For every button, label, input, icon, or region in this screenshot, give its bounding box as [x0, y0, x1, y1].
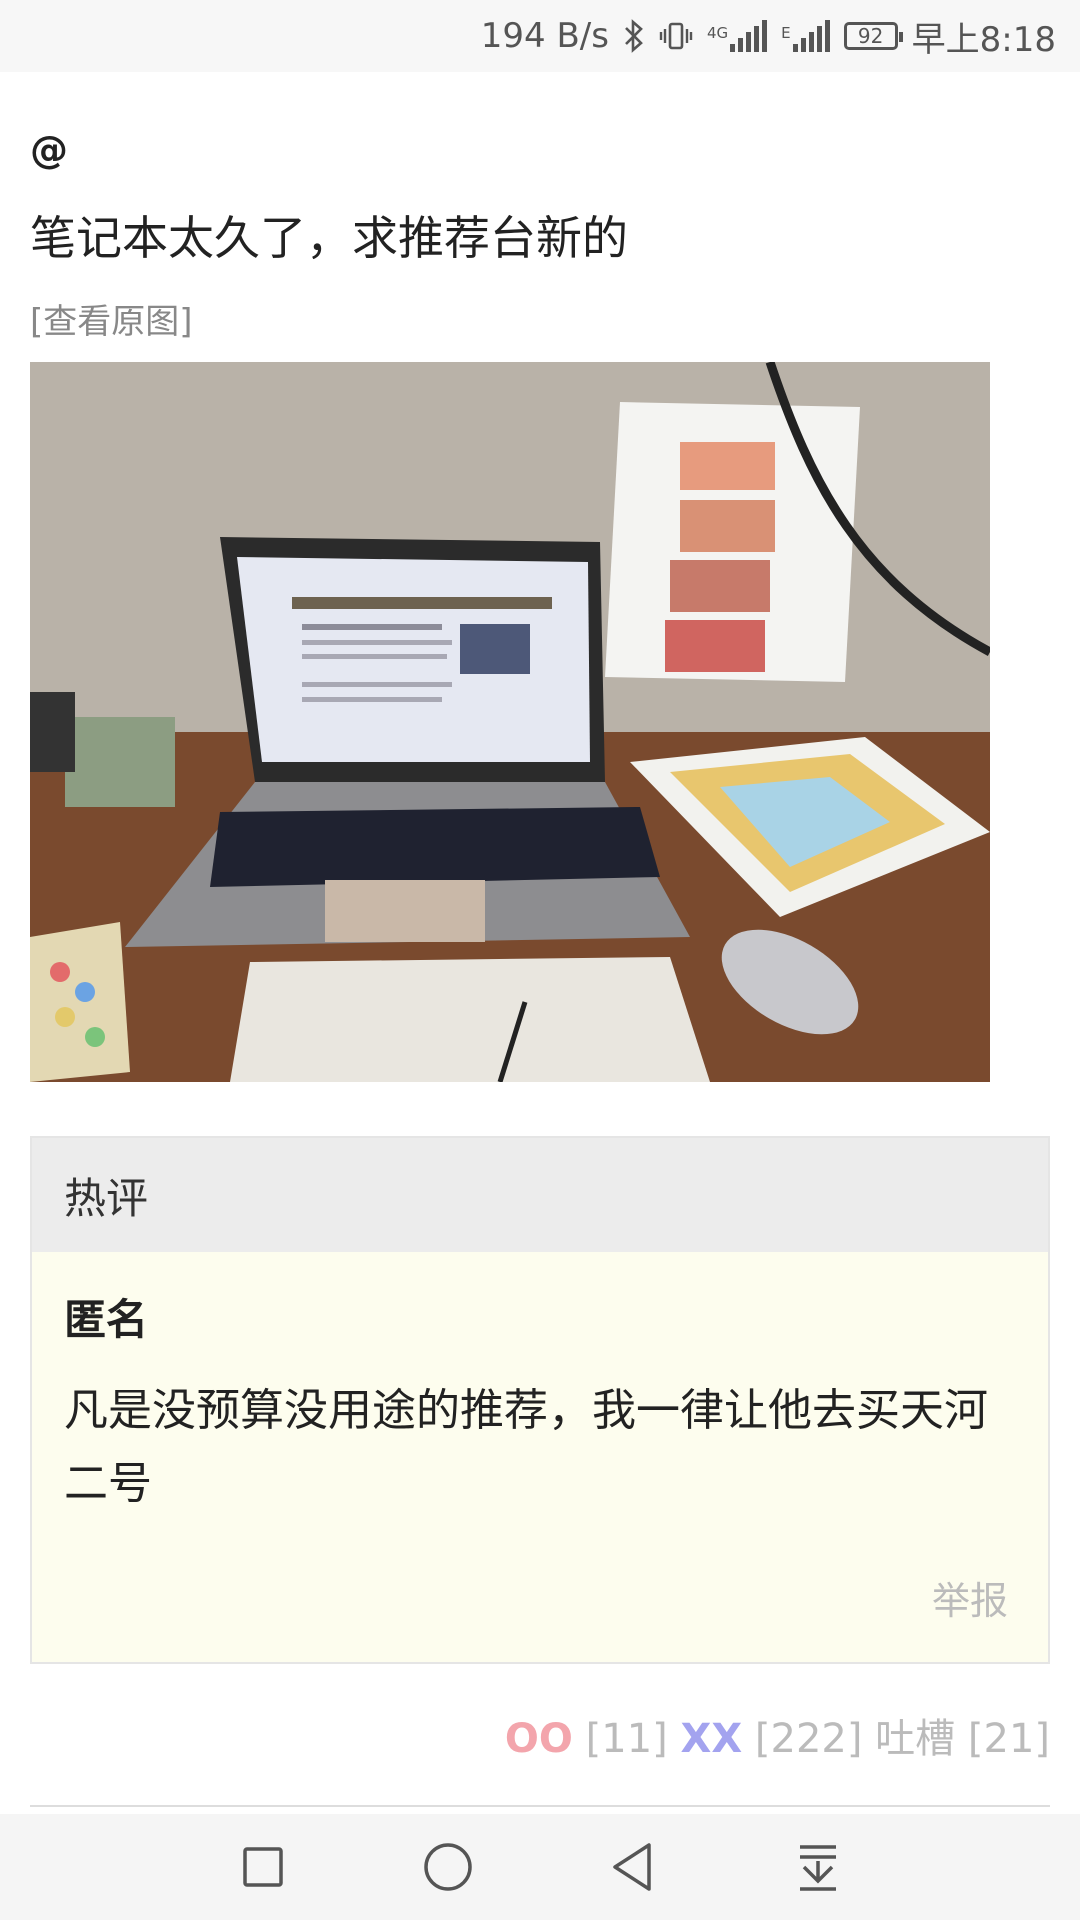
recent-apps-icon[interactable]	[233, 1837, 293, 1897]
xx-count: [222]	[754, 1716, 863, 1762]
post-text: 笔记本太久了，求推荐台新的	[30, 211, 628, 265]
clock: 早上8:18	[911, 19, 1056, 60]
notification-pull-icon[interactable]	[788, 1837, 848, 1897]
signal-4g-icon: 4G	[706, 20, 768, 52]
comment-author: 匿名	[64, 1295, 149, 1344]
battery-icon: 92	[843, 22, 903, 50]
mention-symbol: @	[30, 128, 68, 172]
vibrate-icon	[659, 19, 693, 53]
comment-text: 凡是没预算没用途的推荐，我一律让他去买天河二号	[64, 1385, 988, 1509]
post-photo[interactable]	[30, 362, 990, 1082]
bluetooth-icon	[623, 19, 645, 53]
home-icon[interactable]	[418, 1837, 478, 1897]
navigation-bar	[0, 1814, 1080, 1920]
divider	[30, 1805, 1050, 1807]
status-bar: 194 B/s 4G E 92 早上8:18	[0, 0, 1080, 72]
network-e-label: E	[781, 24, 791, 42]
xx-button[interactable]: XX	[680, 1716, 742, 1762]
vote-bar: OO [11] XX [222] 吐槽 [21]	[505, 1706, 1050, 1764]
oo-button[interactable]: OO	[505, 1716, 573, 1762]
tucao-count: [21]	[967, 1716, 1050, 1762]
back-icon[interactable]	[603, 1837, 663, 1897]
battery-level: 92	[843, 22, 903, 50]
view-original-link[interactable]: [查看原图]	[30, 294, 193, 343]
oo-count: [11]	[585, 1716, 668, 1762]
hot-comment-card: 热评 匿名 凡是没预算没用途的推荐，我一律让他去买天河二号 举报	[30, 1136, 1050, 1664]
signal-e-icon: E	[781, 20, 830, 52]
hot-comment-header: 热评	[32, 1138, 1048, 1252]
report-link[interactable]: 举报	[932, 1570, 1008, 1625]
tucao-button[interactable]: 吐槽	[875, 1716, 955, 1762]
network-speed: 194 B/s	[480, 16, 609, 56]
network-4g-label: 4G	[706, 24, 729, 42]
laptop-desk-photo	[30, 362, 990, 1082]
